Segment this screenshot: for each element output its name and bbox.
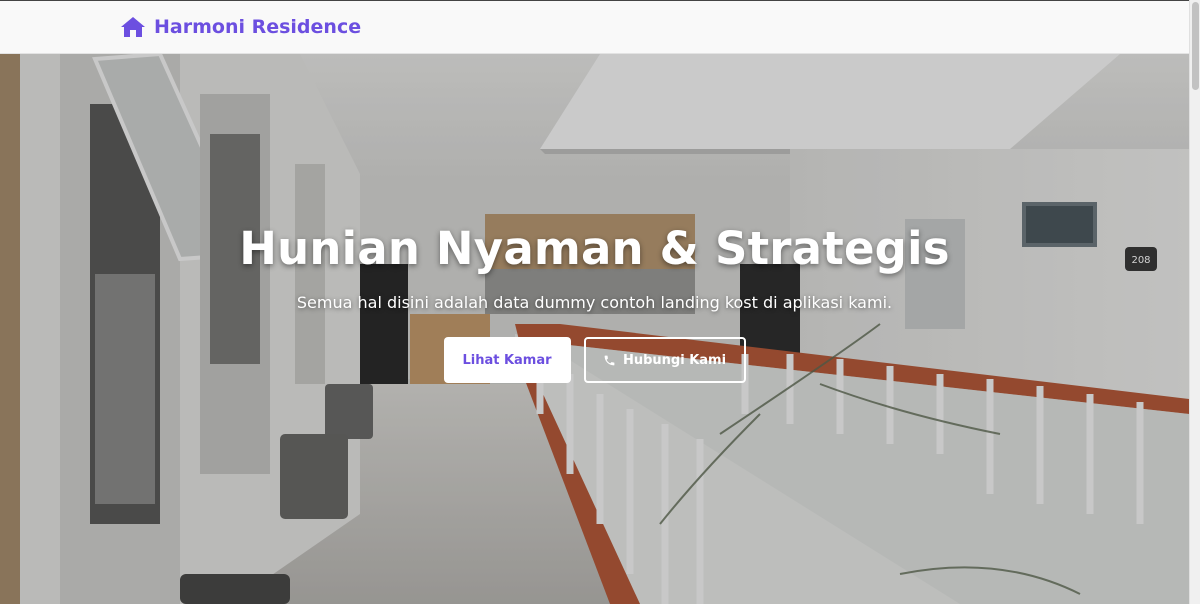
page-scrollbar[interactable]: [1189, 0, 1200, 604]
contact-us-button[interactable]: Hubungi Kami: [583, 337, 746, 383]
hero-subtitle: Semua hal disini adalah data dummy conto…: [296, 293, 893, 312]
view-rooms-button[interactable]: Lihat Kamar: [443, 337, 571, 383]
hero-section: 208 Hunian Nyaman & Strategis Semua hal …: [0, 54, 1189, 604]
brand-link[interactable]: Harmoni Residence: [120, 16, 361, 38]
hero-content: Hunian Nyaman & Strategis Semua hal disi…: [0, 222, 1189, 383]
home-icon: [121, 17, 145, 37]
navbar: Harmoni Residence: [0, 0, 1189, 54]
hero-title: Hunian Nyaman & Strategis: [239, 222, 950, 275]
scrollbar-thumb[interactable]: [1192, 2, 1199, 90]
hero-actions: Lihat Kamar Hubungi Kami: [0, 337, 1189, 383]
phone-icon: [604, 355, 615, 365]
contact-us-label: Hubungi Kami: [622, 352, 727, 368]
brand-name: Harmoni Residence: [154, 16, 362, 38]
